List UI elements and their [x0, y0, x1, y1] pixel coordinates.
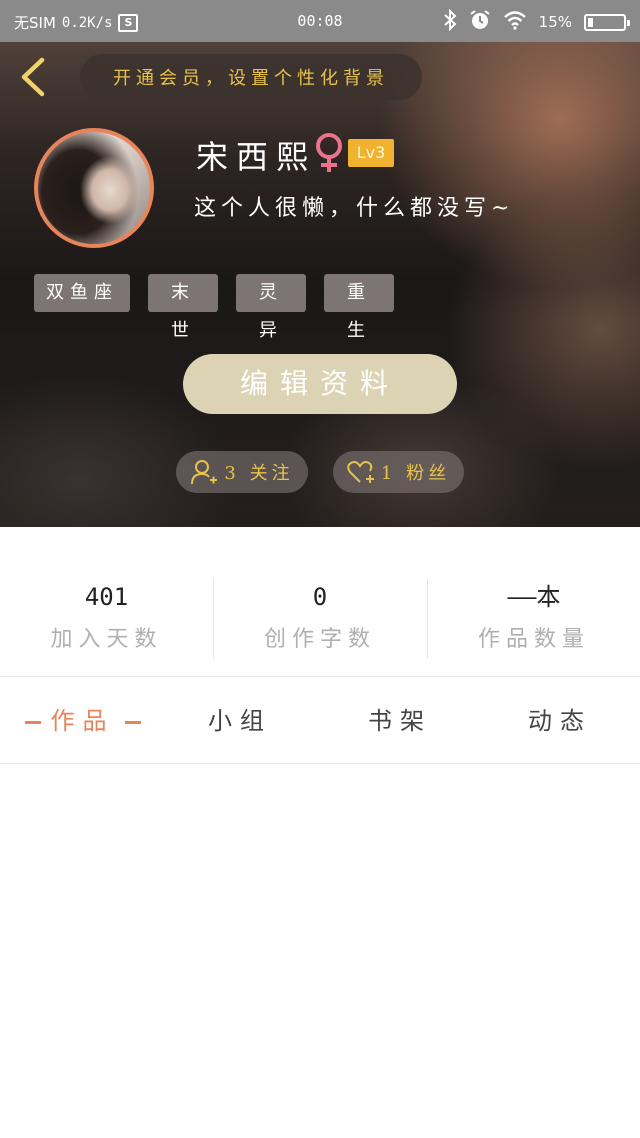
stat-value: ——本	[507, 583, 561, 611]
stat-label: 加入天数	[50, 627, 163, 652]
edit-profile-button[interactable]: 编辑资料	[183, 354, 457, 414]
back-button[interactable]	[14, 56, 54, 98]
tag: 末世	[148, 274, 218, 341]
following-label: 3 关注	[224, 463, 294, 484]
username: 宋西熙	[196, 138, 317, 176]
stat-works-count: ——本 作品数量	[427, 579, 640, 659]
battery-percent: 15%	[538, 13, 572, 31]
stat-value: 0	[312, 583, 328, 611]
tab-groups[interactable]: 小组	[180, 678, 300, 764]
bio: 这个人很懒，什么都没写~	[194, 196, 515, 221]
following-button[interactable]: 3 关注	[176, 451, 308, 493]
female-icon	[312, 132, 346, 174]
add-user-icon	[191, 460, 218, 485]
status-right: 15%	[443, 8, 630, 35]
stat-label: 作品数量	[477, 627, 590, 652]
stat-label: 创作字数	[263, 627, 376, 652]
tab-indicator	[124, 721, 141, 724]
tab-activity[interactable]: 动态	[500, 678, 620, 764]
wifi-icon	[503, 10, 527, 34]
stats-panel: 401 加入天数 0 创作字数 ——本 作品数量	[0, 527, 640, 677]
content-area	[0, 765, 640, 1138]
tab-bookshelf[interactable]: 书架	[340, 678, 460, 764]
tag: 双鱼座	[34, 274, 130, 312]
bluetooth-icon	[443, 8, 457, 35]
status-bar: 无SIM 0.2K/s S 00:08 15%	[0, 0, 640, 42]
stat-value: 401	[84, 583, 129, 611]
heart-plus-icon	[347, 461, 374, 483]
tag-list: 双鱼座 末世 灵异 重生	[34, 274, 394, 341]
tab-bar: 作品 小组 书架 动态	[0, 678, 640, 764]
level-badge: Lv3	[348, 139, 394, 167]
chevron-left-icon	[21, 57, 45, 97]
tab-works[interactable]: 作品	[0, 678, 165, 764]
alarm-icon	[469, 9, 491, 35]
avatar[interactable]	[34, 128, 154, 248]
stat-join-days: 401 加入天数	[0, 579, 213, 659]
stat-word-count: 0 创作字数	[213, 579, 426, 659]
tag: 重生	[324, 274, 394, 341]
tab-indicator	[24, 721, 41, 724]
tag: 灵异	[236, 274, 306, 341]
tab-works-label: 作品	[50, 707, 115, 735]
fans-button[interactable]: 1 粉丝	[333, 451, 464, 493]
vip-banner-button[interactable]: 开通会员，设置个性化背景	[80, 54, 422, 100]
fans-label: 1 粉丝	[380, 463, 451, 484]
battery-icon	[584, 13, 630, 31]
